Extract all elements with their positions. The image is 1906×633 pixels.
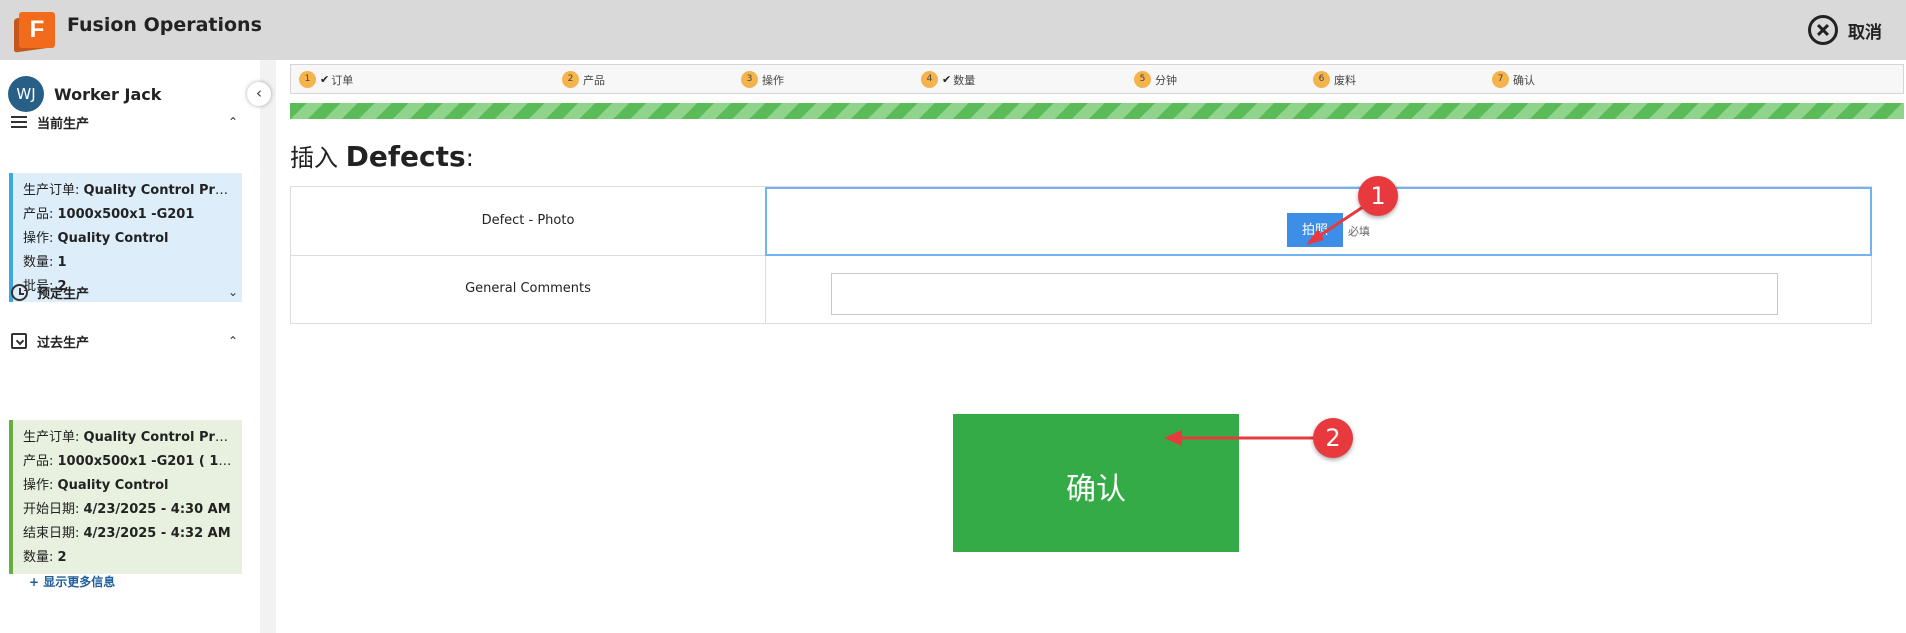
chevron-up-icon[interactable]: ⌃ [226, 334, 240, 348]
take-photo-button[interactable]: 拍照 [1287, 213, 1343, 247]
cancel-label: 取消 [1848, 22, 1882, 43]
card-row: 操作: Quality Control [23, 478, 169, 493]
annotation-callout-2: 2 [1313, 418, 1353, 458]
card-row: 操作: Quality Control [23, 231, 169, 246]
card-row: 产品: 1000x500x1 -G201 [23, 207, 195, 222]
current-production-title: 当前生产 [37, 116, 90, 132]
close-circle-icon [1808, 15, 1838, 45]
card-row: 生产订单: Quality Control Prod... [23, 430, 232, 445]
clock-icon [10, 283, 28, 301]
user-profile: WJ Worker Jack [8, 76, 161, 112]
scheduled-production-header[interactable]: 预定生产 ⌄ [10, 280, 240, 304]
card-row: 结束日期: 4/23/2025 - 4:32 AM [23, 526, 231, 541]
current-production-header[interactable]: 当前生产 ⌃ [10, 110, 240, 134]
defect-photo-label: Defect - Photo [481, 213, 575, 228]
step-order[interactable]: 1 ✔ 订单 [299, 71, 353, 88]
chevron-down-icon[interactable]: ⌄ [226, 285, 240, 299]
defect-photo-cell: 拍照 必填 [765, 187, 1872, 256]
past-production-card: 生产订单: Quality Control Prod... 产品: 1000x5… [9, 420, 242, 589]
archive-icon [10, 332, 28, 350]
step-operation[interactable]: 3 操作 [741, 71, 784, 88]
scheduled-production-title: 预定生产 [37, 286, 90, 302]
step-indicator: 1 ✔ 订单 2 产品 3 操作 4 ✔ 数量 5 分钟 6 废料 7 确认 [290, 64, 1904, 94]
general-comments-label: General Comments [465, 281, 591, 296]
show-more-link[interactable]: + 显示更多信息 [29, 575, 115, 589]
avatar: WJ [8, 76, 44, 112]
required-label: 必填 [1348, 225, 1370, 238]
card-row: 产品: 1000x500x1 -G201 ( 100... [23, 454, 232, 469]
step-quantity[interactable]: 4 ✔ 数量 [921, 71, 975, 88]
card-row: 数量: 2 [23, 550, 67, 565]
card-row: 开始日期: 4/23/2025 - 4:30 AM [23, 502, 231, 517]
cancel-button[interactable]: 取消 [1808, 14, 1882, 46]
check-icon: ✔ [320, 73, 330, 86]
fusion-logo: F [14, 10, 58, 53]
chevron-up-icon[interactable]: ⌃ [226, 115, 240, 129]
page-title: 插入 Defects: [290, 140, 474, 173]
sidebar: WJ Worker Jack 当前生产 ⌃ 生产订单: Quality Cont… [0, 60, 260, 633]
user-name: Worker Jack [54, 84, 162, 104]
top-bar: F Fusion Operations 取消 [0, 0, 1906, 60]
step-product[interactable]: 2 产品 [562, 71, 605, 88]
annotation-callout-1: 1 [1358, 176, 1398, 216]
card-row: 生产订单: Quality Control Prod... [23, 183, 232, 198]
general-comments-input[interactable] [831, 273, 1778, 315]
progress-bar [290, 103, 1904, 119]
step-scrap[interactable]: 6 废料 [1313, 71, 1356, 88]
past-production-header[interactable]: 过去生产 ⌃ [10, 329, 240, 353]
check-icon: ✔ [942, 73, 952, 86]
card-row: 数量: 1 [23, 255, 67, 270]
collapse-sidebar-button[interactable]: ‹ [247, 82, 271, 106]
app-title: Fusion Operations [67, 14, 262, 36]
step-minutes[interactable]: 5 分钟 [1134, 71, 1177, 88]
defects-form: Defect - Photo 拍照 必填 General Comments [290, 186, 1872, 324]
confirm-button[interactable]: 确认 [953, 414, 1239, 552]
past-production-title: 过去生产 [37, 335, 90, 351]
step-confirm[interactable]: 7 确认 [1492, 71, 1535, 88]
main-content: 1 ✔ 订单 2 产品 3 操作 4 ✔ 数量 5 分钟 6 废料 7 确认 插入 Defects… [276, 60, 1906, 633]
sidebar-divider [260, 60, 276, 633]
menu-icon [10, 113, 28, 131]
